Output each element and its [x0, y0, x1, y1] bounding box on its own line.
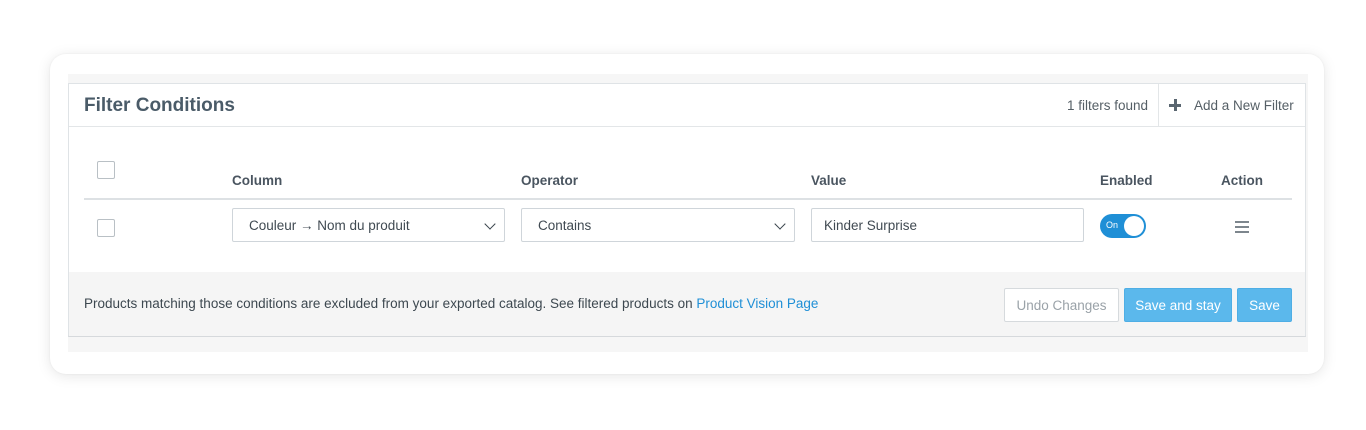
- add-new-filter-label: Add a New Filter: [1194, 97, 1294, 113]
- column-select[interactable]: Couleur → Nom du produit: [232, 208, 505, 242]
- page-title: Filter Conditions: [84, 95, 235, 116]
- select-all-checkbox[interactable]: [97, 161, 115, 179]
- toggle-knob: [1124, 216, 1144, 236]
- column-select-value: Couleur → Nom du produit: [249, 217, 410, 233]
- chevron-down-icon: [774, 218, 786, 230]
- enabled-toggle[interactable]: On: [1100, 214, 1146, 238]
- column-header-operator: Operator: [521, 173, 579, 188]
- column-header-enabled: Enabled: [1100, 173, 1153, 188]
- filter-conditions-panel: Filter Conditions 1 filters found Add a …: [68, 83, 1306, 337]
- toggle-label: On: [1106, 220, 1119, 230]
- filters-count: 1 filters found: [1066, 98, 1148, 113]
- column-header-action: Action: [1221, 173, 1263, 188]
- add-new-filter-button[interactable]: Add a New Filter: [1158, 84, 1305, 126]
- save-and-stay-button[interactable]: Save and stay: [1124, 288, 1232, 322]
- panel-header: Filter Conditions 1 filters found Add a …: [69, 84, 1305, 127]
- menu-icon[interactable]: [1235, 221, 1249, 233]
- filters-table: Column Operator Value Enabled Action Cou…: [84, 127, 1292, 272]
- plus-icon: [1169, 99, 1181, 111]
- save-button[interactable]: Save: [1237, 288, 1292, 322]
- column-header-value: Value: [811, 173, 847, 188]
- column-header-column: Column: [232, 173, 283, 188]
- header-divider: [84, 198, 1292, 200]
- product-vision-link[interactable]: Product Vision Page: [696, 296, 818, 311]
- panel-footer: Products matching those conditions are e…: [69, 272, 1305, 336]
- undo-changes-button[interactable]: Undo Changes: [1004, 288, 1119, 322]
- operator-select-value: Contains: [538, 217, 592, 233]
- footer-description: Products matching those conditions are e…: [84, 296, 818, 311]
- operator-select[interactable]: Contains: [521, 208, 795, 242]
- value-input[interactable]: [811, 208, 1084, 242]
- chevron-down-icon: [484, 218, 496, 230]
- footer-text: Products matching those conditions are e…: [84, 296, 697, 311]
- row-checkbox[interactable]: [97, 219, 115, 237]
